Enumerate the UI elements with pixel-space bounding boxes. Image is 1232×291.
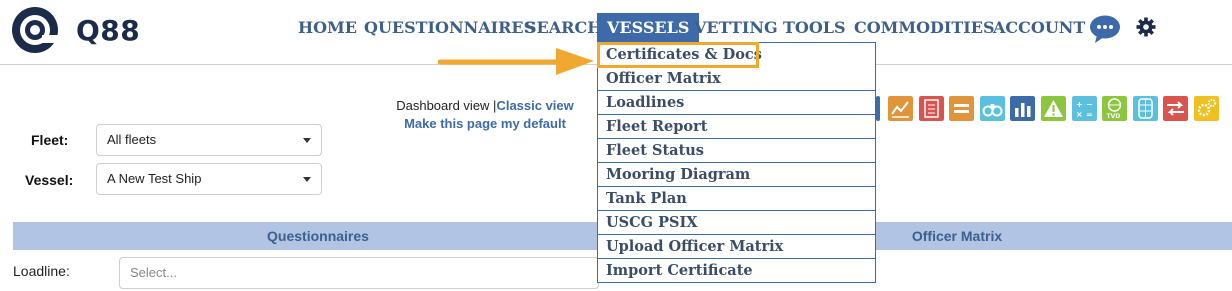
menu-item-upload-officer-matrix[interactable]: Upload Officer Matrix [598, 235, 875, 259]
fleet-select[interactable]: All fleets [96, 124, 322, 156]
toolbar-edge-icon [876, 96, 880, 121]
nav-account[interactable]: ACCOUNT [993, 13, 1085, 43]
chevron-down-icon [303, 138, 311, 143]
nav-vetting[interactable]: VETTING [694, 13, 778, 43]
menu-item-fleet-report[interactable]: Fleet Report [598, 115, 875, 139]
gears-icon[interactable] [1193, 96, 1219, 121]
nav-home[interactable]: HOME [298, 13, 357, 43]
menu-item-tank-plan[interactable]: Tank Plan [598, 187, 875, 211]
binoculars-icon[interactable] [979, 96, 1005, 121]
vessel-select[interactable]: A New Test Ship [96, 163, 322, 195]
tvd-globe-icon[interactable]: TVD [1102, 96, 1128, 121]
bar-chart-icon[interactable] [1010, 96, 1036, 121]
menu-item-mooring-diagram[interactable]: Mooring Diagram [598, 163, 875, 187]
tank-diagram-icon[interactable] [1132, 96, 1158, 121]
nav-tools[interactable]: TOOLS [783, 13, 846, 43]
menu-item-uscg-psix[interactable]: USCG PSIX [598, 211, 875, 235]
vessels-dropdown-menu: Certificates & Docs Officer Matrix Loadl… [597, 42, 876, 283]
loadline-label: Loadline: [13, 263, 70, 279]
fleet-label: Fleet: [31, 132, 69, 148]
svg-text:+: + [1076, 100, 1083, 109]
make-default-link[interactable]: Make this page my default [404, 116, 566, 131]
chevron-down-icon [303, 177, 311, 182]
q88-logo[interactable]: Q88 [10, 5, 140, 55]
view-switcher: Dashboard view |Classic view Make this p… [385, 97, 585, 133]
chat-bubble-icon[interactable] [1089, 14, 1121, 44]
svg-text:TVD: TVD [1107, 113, 1121, 120]
menu-item-certificates-docs[interactable]: Certificates & Docs [597, 42, 762, 68]
loadline-select-placeholder: Select... [130, 265, 177, 280]
svg-text:−: − [1086, 100, 1093, 109]
nav-search[interactable]: SEARCH [525, 13, 602, 43]
pointer-arrow-icon [438, 48, 594, 75]
q88-logo-mark-icon [12, 7, 60, 53]
equals-icon[interactable] [949, 96, 975, 121]
svg-text:=: = [1086, 110, 1093, 119]
menu-item-import-certificate[interactable]: Import Certificate [598, 259, 875, 283]
dashboard-view-label: Dashboard view | [396, 98, 497, 113]
fleet-select-value: All fleets [107, 132, 157, 147]
warning-icon[interactable] [1040, 96, 1066, 121]
vessel-select-value: A New Test Ship [107, 171, 202, 186]
loadline-select[interactable]: Select... [119, 257, 599, 289]
svg-text:×: × [1076, 110, 1083, 119]
settings-gear-icon[interactable] [1136, 17, 1156, 37]
document-list-icon[interactable] [918, 96, 944, 121]
menu-item-loadlines[interactable]: Loadlines [598, 91, 875, 115]
vessel-tools-toolbar: + − × = TVD [876, 96, 1225, 121]
menu-item-officer-matrix[interactable]: Officer Matrix [598, 67, 875, 91]
nav-commodities[interactable]: COMMODITIES [854, 13, 995, 43]
classic-view-link[interactable]: Classic view [496, 98, 573, 113]
questionnaires-section-header: Questionnaires [13, 222, 623, 250]
brand-name: Q88 [76, 13, 141, 47]
calculator-icon[interactable]: + −× = [1071, 96, 1097, 121]
nav-questionnaires[interactable]: QUESTIONNAIRES [364, 13, 535, 43]
menu-item-fleet-status[interactable]: Fleet Status [598, 139, 875, 163]
transfer-arrows-icon[interactable] [1163, 96, 1189, 121]
nav-vessels[interactable]: VESSELS [597, 13, 700, 43]
vessel-label: Vessel: [25, 172, 74, 188]
trend-chart-icon[interactable] [888, 96, 913, 121]
